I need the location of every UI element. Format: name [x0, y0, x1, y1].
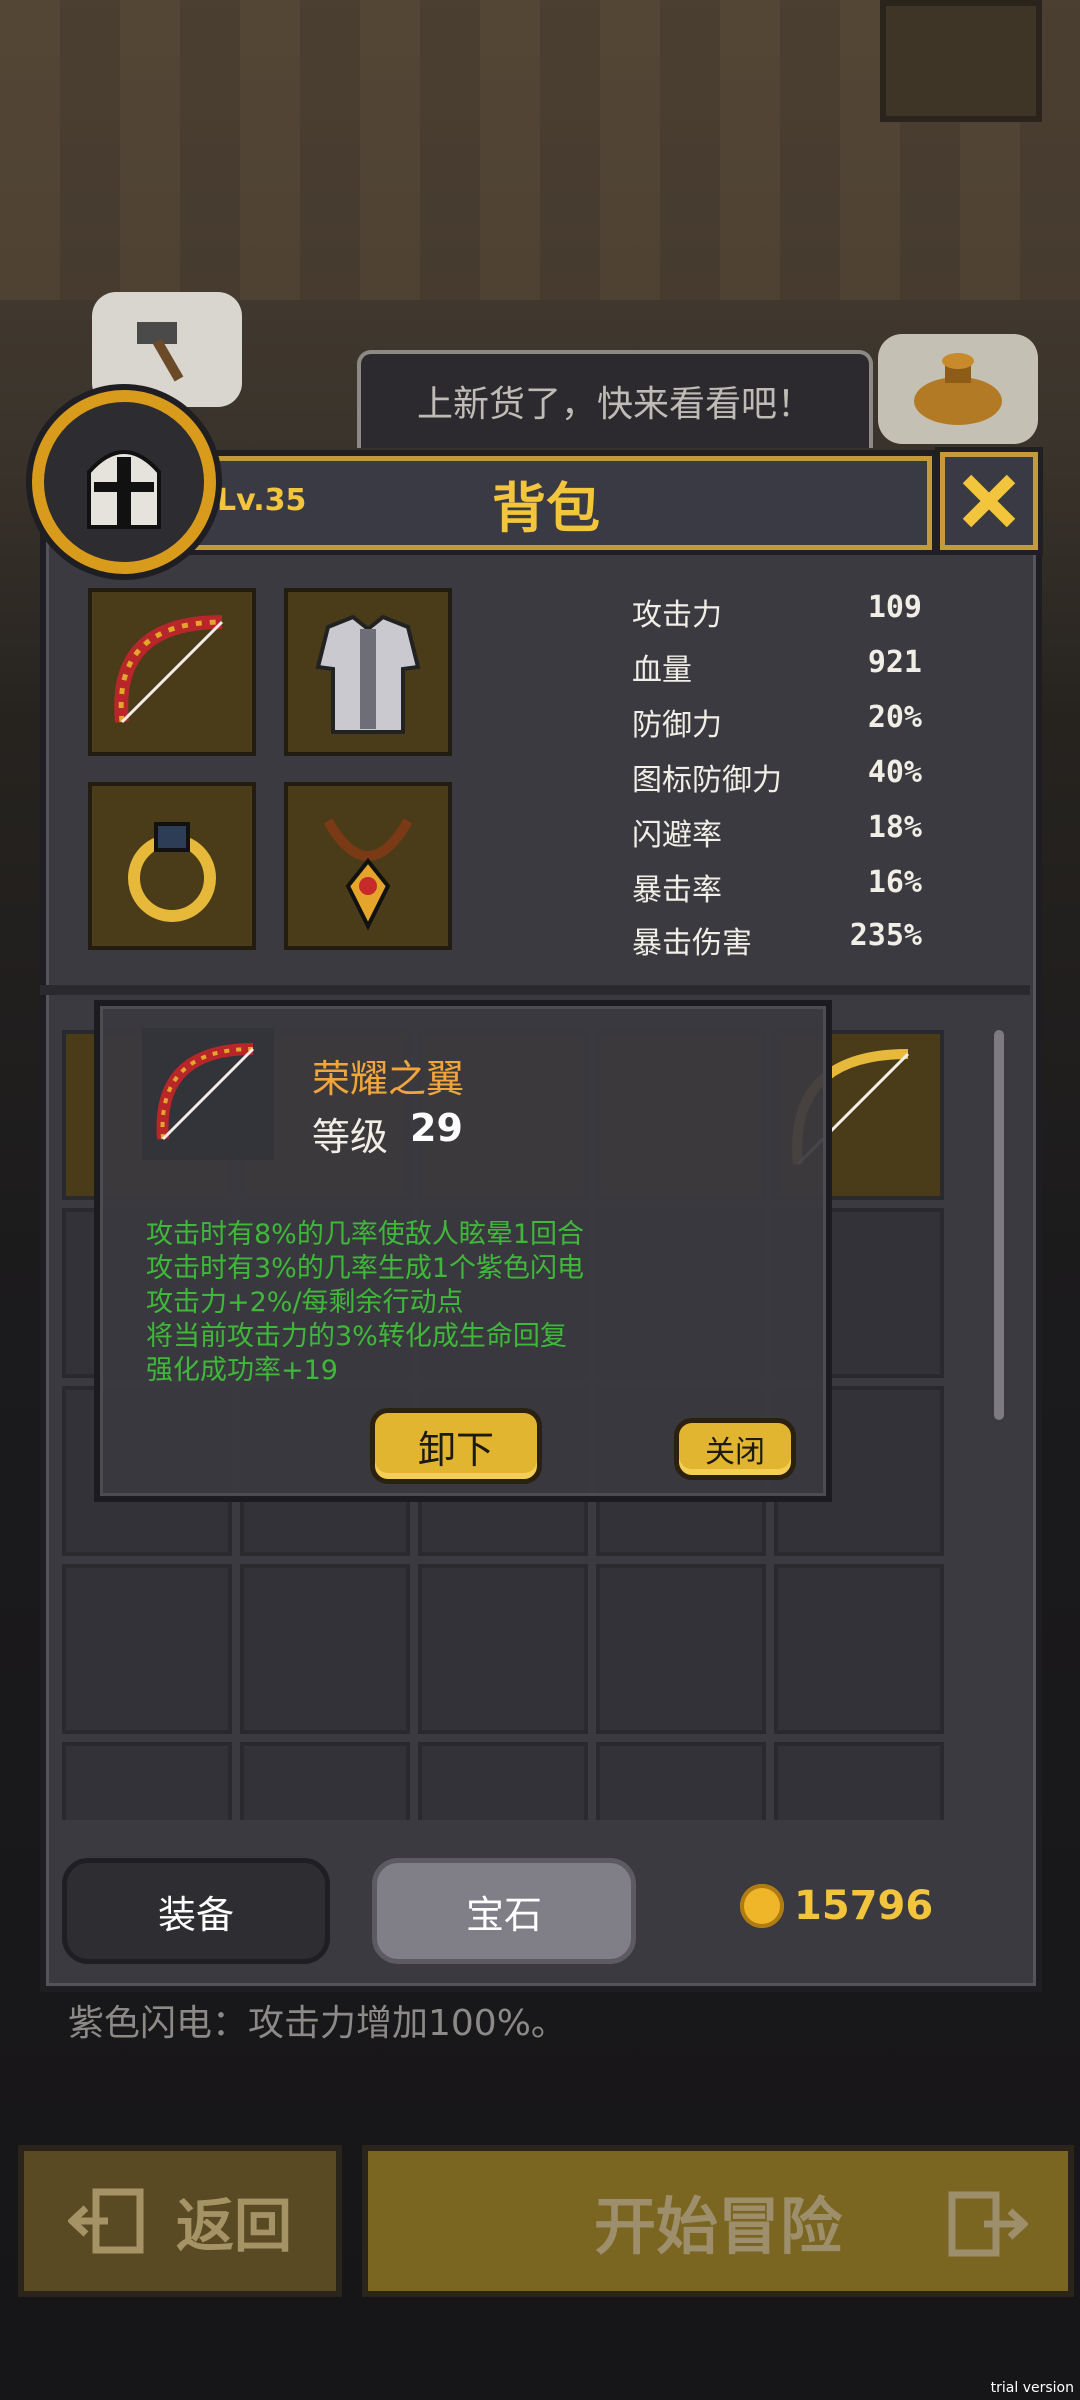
stat-value: 235%	[849, 918, 922, 953]
inventory-slot[interactable]	[596, 1564, 766, 1734]
equipped-armor-slot[interactable]	[284, 588, 452, 756]
stat-icon-defense: 图标防御力 40%	[632, 755, 922, 801]
back-label: 返回	[175, 2192, 292, 2260]
back-button[interactable]: 返回	[18, 2145, 342, 2297]
stat-hp: 血量 921	[632, 645, 922, 691]
tab-equipment[interactable]: 装备	[62, 1858, 330, 1964]
inventory-scrollbar[interactable]	[994, 1030, 1004, 1420]
item-effect: 攻击力+2%/每剩余行动点	[146, 1287, 464, 1318]
coin-icon	[740, 1884, 784, 1928]
close-icon	[962, 474, 1016, 528]
enter-arrow-icon	[948, 2191, 1028, 2257]
close-panel-button[interactable]	[940, 452, 1038, 550]
inventory-slot[interactable]	[774, 1742, 944, 1820]
stat-label: 暴击伤害	[632, 926, 752, 961]
equipped-ring-slot[interactable]	[88, 782, 256, 950]
start-adventure-label: 开始冒险	[593, 2190, 842, 2263]
inventory-slot[interactable]	[418, 1742, 588, 1820]
item-effect: 将当前攻击力的3%转化成生命回复	[146, 1321, 567, 1352]
close-popup-label: 关闭	[705, 1435, 765, 1470]
start-adventure-button[interactable]: 开始冒险	[362, 2145, 1074, 2297]
stat-label: 暴击率	[632, 873, 722, 908]
stat-defense: 防御力 20%	[632, 700, 922, 746]
inventory-slot[interactable]	[62, 1742, 232, 1820]
item-effect: 强化成功率+19	[146, 1355, 338, 1386]
panel-title: 背包	[492, 476, 600, 540]
stat-value: 921	[867, 645, 922, 680]
armor-icon	[315, 614, 421, 734]
inventory-slot[interactable]	[418, 1564, 588, 1734]
stat-label: 图标防御力	[632, 763, 782, 798]
unequip-label: 卸下	[417, 1427, 494, 1472]
stat-value: 109	[867, 590, 922, 625]
stat-dodge: 闪避率 18%	[632, 810, 922, 856]
inventory-slot[interactable]	[596, 1742, 766, 1820]
coin-amount: 15796	[794, 1883, 934, 1929]
item-effect: 攻击时有8%的几率使敌人眩晕1回合	[146, 1219, 585, 1250]
inventory-slot[interactable]	[240, 1742, 410, 1820]
player-avatar[interactable]	[32, 390, 216, 574]
tab-equipment-label: 装备	[157, 1892, 234, 1937]
item-detail-popup: 荣耀之翼 等级 29 攻击时有8%的几率使敌人眩晕1回合 攻击时有3%的几率生成…	[94, 1000, 832, 1502]
merchant-message: 上新货了，快来看看吧！	[416, 384, 813, 425]
ring-icon	[128, 822, 216, 922]
shop-bag-button[interactable]	[878, 334, 1038, 444]
stat-label: 攻击力	[632, 598, 722, 633]
item-level-value: 29	[410, 1106, 463, 1150]
coin-balance: 15796	[740, 1878, 933, 1934]
close-popup-button[interactable]: 关闭	[674, 1418, 796, 1480]
merchant-speech-bubble[interactable]: 上新货了，快来看看吧！	[357, 350, 873, 448]
unequip-button[interactable]: 卸下	[370, 1408, 542, 1484]
status-message: 紫色闪电：攻击力增加100%。	[68, 2003, 567, 2044]
stat-crit-damage: 暴击伤害 235%	[632, 918, 922, 964]
stat-value: 16%	[867, 865, 922, 900]
item-icon-frame	[142, 1028, 274, 1160]
panel-divider	[40, 985, 1030, 995]
stat-value: 18%	[867, 810, 922, 845]
equipped-weapon-slot[interactable]	[88, 588, 256, 756]
inventory-slot[interactable]	[62, 1564, 232, 1734]
stat-label: 防御力	[632, 708, 722, 743]
stat-crit-rate: 暴击率 16%	[632, 865, 922, 911]
exit-arrow-icon	[67, 2188, 144, 2254]
necklace-icon	[323, 818, 413, 931]
stat-value: 20%	[867, 700, 922, 735]
item-effects-list: 攻击时有8%的几率使敌人眩晕1回合 攻击时有3%的几率生成1个紫色闪电 攻击力+…	[146, 1218, 786, 1388]
item-effect: 攻击时有3%的几率生成1个紫色闪电	[146, 1253, 585, 1284]
backpack-title-bar: Lv.35 背包	[160, 456, 932, 550]
hammer-icon	[137, 321, 184, 382]
tab-gems[interactable]: 宝石	[372, 1858, 636, 1964]
bow-icon	[156, 1043, 255, 1141]
money-bag-icon	[914, 353, 1002, 425]
stat-label: 血量	[632, 653, 692, 688]
item-name: 荣耀之翼	[312, 1057, 465, 1101]
inventory-slot[interactable]	[240, 1564, 410, 1734]
stat-label: 闪避率	[632, 818, 722, 853]
stat-value: 40%	[867, 755, 922, 790]
item-level-label: 等级	[312, 1115, 389, 1159]
inventory-slot[interactable]	[774, 1564, 944, 1734]
stat-attack: 攻击力 109	[632, 590, 922, 636]
bow-icon	[114, 615, 224, 724]
tab-gems-label: 宝石	[465, 1892, 542, 1937]
knight-helmet-icon	[87, 450, 161, 529]
trial-watermark: trial version	[990, 2380, 1074, 2396]
background-window	[880, 0, 1042, 122]
equipped-necklace-slot[interactable]	[284, 782, 452, 950]
